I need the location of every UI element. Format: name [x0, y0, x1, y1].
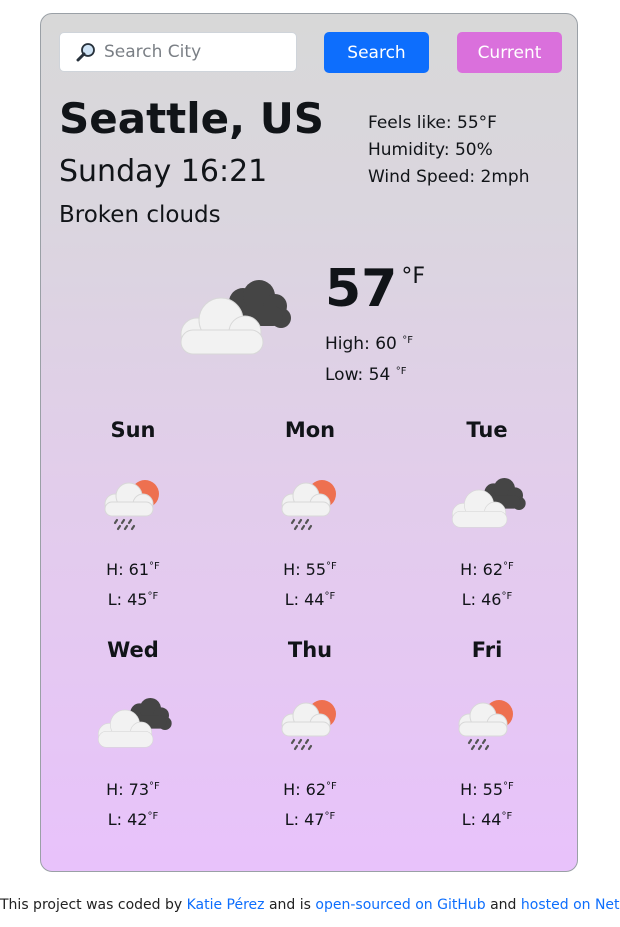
forecast-day: Wed H: 73°F L: 42°F	[48, 634, 218, 833]
forecast-temps: H: 55°F L: 44°F	[402, 773, 572, 833]
low-temp-value: Low: 54	[325, 365, 391, 385]
forecast-day-name: Mon	[284, 418, 336, 442]
high-temp-value: High: 60	[325, 334, 397, 354]
weather-app-card: Search Current Seattle, US Sunday 16:21 …	[40, 13, 578, 872]
broken-clouds-icon	[173, 276, 293, 356]
forecast-high-unit: °F	[503, 561, 514, 572]
forecast-low: L: 44°F	[402, 803, 572, 833]
current-location-button[interactable]: Current	[457, 32, 562, 73]
forecast-high: H: 73°F	[48, 773, 218, 803]
forecast-low-value: L: 44	[461, 810, 502, 829]
wind-speed: Wind Speed: 2mph	[368, 167, 530, 187]
forecast-temps: H: 73°F L: 42°F	[48, 773, 218, 833]
forecast-day: Fri H: 55°F L: 44°F	[402, 634, 572, 833]
forecast-high-value: H: 62	[283, 780, 327, 799]
forecast-day: Tue H: 62°F L: 46°F	[402, 414, 572, 613]
forecast-low-value: L: 47	[284, 810, 325, 829]
current-datetime: Sunday 16:21	[59, 154, 268, 189]
forecast-high-unit: °F	[503, 781, 514, 792]
forecast-high: H: 55°F	[225, 553, 395, 583]
weather-description: Broken clouds	[59, 202, 221, 228]
forecast-low: L: 44°F	[225, 583, 395, 613]
city-name: Seattle, US	[59, 94, 325, 143]
high-temp: High: 60 °F	[325, 327, 413, 358]
forecast-day-name: Tue	[466, 418, 508, 442]
forecast-low-value: L: 44	[284, 590, 325, 609]
footer-text: and is	[264, 897, 316, 913]
high-low: High: 60 °F Low: 54 °F	[325, 327, 413, 389]
rain-sun-icon	[447, 692, 527, 752]
forecast-low: L: 47°F	[225, 803, 395, 833]
forecast-low-unit: °F	[147, 591, 159, 602]
author-link[interactable]: Katie Pérez	[187, 897, 265, 913]
forecast-high-unit: °F	[149, 781, 160, 792]
rain-sun-icon	[93, 472, 173, 532]
forecast-temps: H: 62°F L: 46°F	[402, 553, 572, 613]
forecast-day: Thu H: 62°F L: 47°F	[225, 634, 395, 833]
forecast-high: H: 62°F	[402, 553, 572, 583]
forecast-low: L: 45°F	[48, 583, 218, 613]
github-link[interactable]: open-sourced on GitHub	[315, 897, 485, 913]
forecast-day: Sun H: 61°F L: 45°F	[48, 414, 218, 613]
page-footer: This project was coded by Katie Pérez an…	[0, 897, 620, 913]
forecast-low: L: 42°F	[48, 803, 218, 833]
temperature-unit[interactable]: °F	[401, 264, 425, 289]
broken-clouds-icon	[93, 692, 173, 752]
forecast-low-unit: °F	[324, 591, 336, 602]
footer-text: This project was coded by	[0, 897, 187, 913]
forecast-high-value: H: 55	[283, 560, 327, 579]
search-input-wrapper[interactable]	[59, 32, 297, 72]
forecast-high-value: H: 62	[460, 560, 504, 579]
forecast-high: H: 55°F	[402, 773, 572, 803]
forecast-low-value: L: 46	[461, 590, 502, 609]
humidity: Humidity: 50%	[368, 140, 493, 160]
current-temperature: 57 °F	[325, 254, 425, 324]
weather-details: Feels like: 55°F Humidity: 50% Wind Spee…	[368, 110, 530, 191]
rain-sun-icon	[270, 692, 350, 752]
forecast-high-value: H: 73	[106, 780, 150, 799]
low-temp: Low: 54 °F	[325, 358, 413, 389]
forecast-low-value: L: 42	[107, 810, 148, 829]
forecast-temps: H: 61°F L: 45°F	[48, 553, 218, 613]
forecast-day-name: Fri	[471, 638, 503, 662]
forecast-low-unit: °F	[147, 811, 159, 822]
forecast-low-unit: °F	[324, 811, 336, 822]
forecast-high: H: 61°F	[48, 553, 218, 583]
search-button[interactable]: Search	[324, 32, 429, 73]
forecast-high: H: 62°F	[225, 773, 395, 803]
footer-text: and	[485, 897, 521, 913]
forecast-day-name: Sun	[110, 418, 156, 442]
forecast-high-value: H: 61	[106, 560, 150, 579]
temperature-value: 57	[325, 259, 398, 319]
forecast-high-unit: °F	[326, 561, 337, 572]
feels-like: Feels like: 55°F	[368, 113, 497, 133]
forecast-temps: H: 55°F L: 44°F	[225, 553, 395, 613]
netlify-link[interactable]: hosted on Netlify	[521, 897, 620, 913]
forecast-low-unit: °F	[501, 811, 513, 822]
forecast-day-name: Wed	[107, 638, 159, 662]
forecast-high-value: H: 55	[460, 780, 504, 799]
forecast-high-unit: °F	[149, 561, 160, 572]
search-input[interactable]	[104, 42, 264, 62]
forecast-day-name: Thu	[287, 638, 333, 662]
broken-clouds-icon	[447, 472, 527, 532]
high-temp-unit: °F	[402, 335, 414, 346]
rain-sun-icon	[270, 472, 350, 532]
low-temp-unit: °F	[395, 366, 407, 377]
forecast-day: Mon H: 55°F L: 44°F	[225, 414, 395, 613]
forecast-low-value: L: 45	[107, 590, 148, 609]
forecast-low-unit: °F	[501, 591, 513, 602]
magnifier-icon	[76, 43, 95, 62]
forecast-high-unit: °F	[326, 781, 337, 792]
forecast-low: L: 46°F	[402, 583, 572, 613]
forecast-temps: H: 62°F L: 47°F	[225, 773, 395, 833]
